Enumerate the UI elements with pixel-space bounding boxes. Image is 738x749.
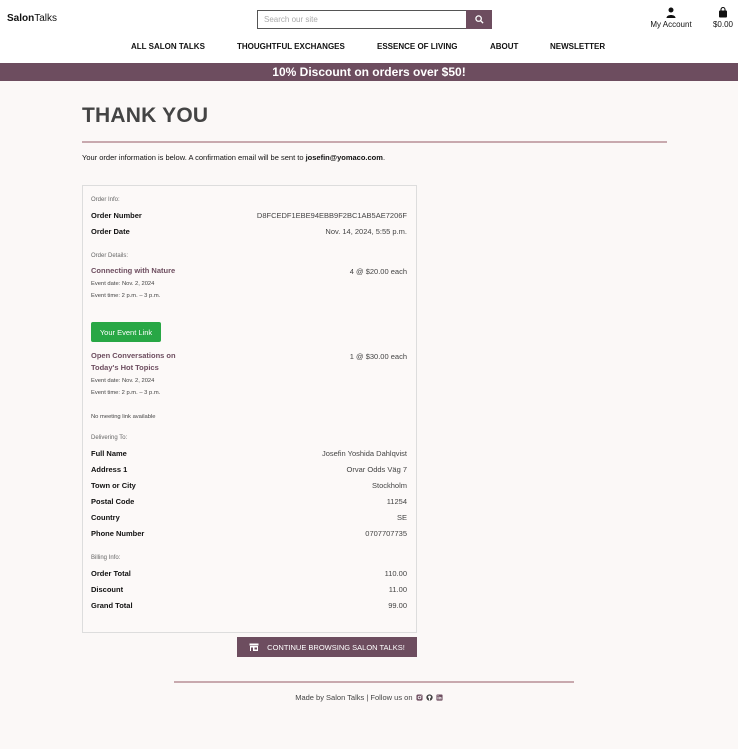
phone-label: Phone Number — [91, 529, 145, 538]
order-item-qty: 1 @ $30.00 each — [349, 352, 407, 361]
shopping-bag-icon — [710, 6, 736, 18]
cart-link[interactable]: $0.00 — [710, 6, 736, 29]
town-label: Town or City — [91, 481, 136, 490]
order-item-event-time: Event time: 2 p.m. – 3 p.m. — [91, 390, 161, 396]
order-item-event-date: Event date: Nov. 2, 2024 — [91, 281, 155, 287]
intro-end: . — [382, 153, 386, 162]
order-item-title: Open Conversations on Today's Hot Topics — [91, 351, 176, 372]
country-value: SE — [396, 513, 407, 522]
discount-banner: 10% Discount on orders over $50! — [0, 63, 738, 81]
search-input[interactable] — [257, 10, 466, 29]
site-logo[interactable]: SalonTalks — [7, 13, 57, 24]
order-number-label: Order Number — [91, 211, 142, 220]
billing-info-heading: Billing Info: — [91, 555, 121, 561]
main-nav: ALL SALON TALKS THOUGHTFUL EXCHANGES ESS… — [0, 42, 738, 54]
shop-icon — [249, 643, 259, 651]
title-divider — [82, 141, 667, 143]
search-button[interactable] — [466, 10, 492, 29]
order-item-title: Connecting with Nature — [91, 266, 176, 275]
postal-code-label: Postal Code — [91, 497, 135, 506]
order-details-heading: Order Details: — [91, 253, 129, 259]
page-title: THANK YOU — [82, 104, 209, 127]
nav-newsletter[interactable]: NEWSLETTER — [550, 42, 605, 51]
order-total-label: Order Total — [91, 569, 131, 578]
continue-browsing-label: CONTINUE BROWSING SALON TALKS! — [267, 642, 405, 652]
postal-code-value: 11254 — [386, 497, 407, 506]
continue-browsing-button[interactable]: CONTINUE BROWSING SALON TALKS! — [237, 637, 417, 657]
order-date-value: Nov. 14, 2024, 5:55 p.m. — [325, 227, 407, 236]
no-meeting-link-text: No meeting link available — [91, 414, 156, 420]
order-item-event-date: Event date: Nov. 2, 2024 — [91, 378, 155, 384]
order-total-value: 110.00 — [384, 569, 407, 578]
event-link-button[interactable]: Your Event Link — [91, 322, 161, 342]
instagram-icon[interactable] — [416, 693, 423, 703]
country-label: Country — [91, 513, 120, 522]
github-icon[interactable] — [426, 693, 433, 703]
search-icon — [474, 15, 484, 24]
intro-sentence: Your order information is below. A confi… — [82, 153, 306, 162]
order-summary-card: Order Info: Order Number D8FCEDF1EBE94EB… — [82, 185, 417, 633]
delivering-to-heading: Delivering To: — [91, 435, 128, 441]
logo-rest: Talks — [34, 13, 58, 24]
address-value: Orvar Odds Väg 7 — [346, 465, 407, 474]
linkedin-icon[interactable] — [436, 693, 443, 703]
footer-text: Made by Salon Talks | Follow us on — [295, 693, 413, 702]
site-header: SalonTalks My Account $0.00 ALL SALON TA… — [0, 0, 738, 63]
phone-value: 0707707735 — [365, 529, 407, 538]
my-account-link[interactable]: My Account — [650, 7, 692, 29]
order-info-heading: Order Info: — [91, 197, 120, 203]
full-name-label: Full Name — [91, 449, 127, 458]
cart-total: $0.00 — [712, 20, 734, 29]
logo-bold: Salon — [7, 13, 35, 24]
search-form — [257, 10, 492, 29]
site-footer: Made by Salon Talks | Follow us on — [0, 693, 738, 703]
order-number-value: D8FCEDF1EBE94EBB9F2BC1AB5AE7206F — [256, 211, 407, 220]
discount-label: Discount — [91, 585, 124, 594]
footer-divider — [174, 681, 574, 683]
full-name-value: Josefin Yoshida Dahlqvist — [321, 449, 407, 458]
order-item-event-time: Event time: 2 p.m. – 3 p.m. — [91, 293, 161, 299]
my-account-label: My Account — [650, 20, 692, 29]
town-value: Stockholm — [371, 481, 407, 490]
nav-all-salon-talks[interactable]: ALL SALON TALKS — [131, 42, 205, 51]
grand-total-value: 99.00 — [388, 601, 407, 610]
order-item-qty: 4 @ $20.00 each — [349, 267, 407, 276]
address-label: Address 1 — [91, 465, 128, 474]
user-icon — [650, 7, 692, 18]
nav-thoughtful-exchanges[interactable]: THOUGHTFUL EXCHANGES — [237, 42, 345, 51]
intro-email: josefin@yomaco.com — [305, 153, 383, 162]
nav-essence-of-living[interactable]: ESSENCE OF LIVING — [377, 42, 457, 51]
intro-text: Your order information is below. A confi… — [82, 153, 385, 162]
nav-about[interactable]: ABOUT — [490, 42, 518, 51]
discount-value: 11.00 — [388, 585, 407, 594]
order-date-label: Order Date — [91, 227, 130, 236]
grand-total-label: Grand Total — [91, 601, 133, 610]
